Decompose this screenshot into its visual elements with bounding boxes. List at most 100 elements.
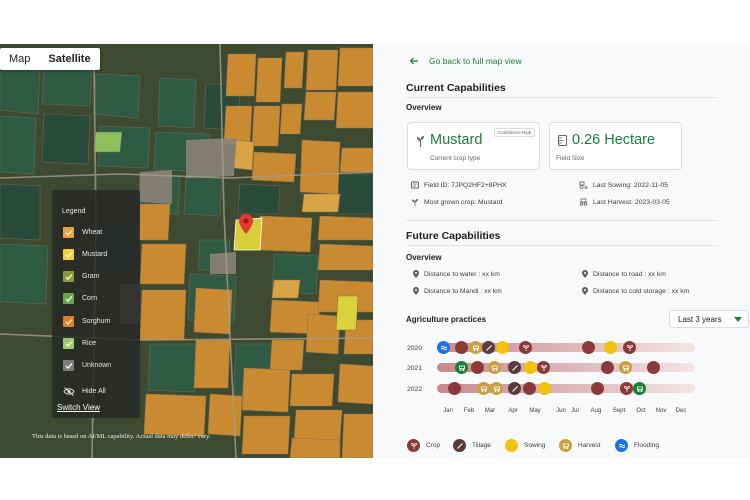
harvest-marker[interactable] xyxy=(455,361,468,374)
mustard-checkbox[interactable] xyxy=(63,249,74,260)
crop-marker[interactable] xyxy=(455,341,468,354)
sowing-icon xyxy=(505,439,518,452)
crop-marker[interactable] xyxy=(471,361,484,374)
distance-road-row: Distance to road : xx km xyxy=(582,270,666,278)
harvester-icon xyxy=(579,198,588,206)
field-id-row: Field ID: 7JPQ2HF2+8PHX xyxy=(411,181,507,189)
sowing-marker[interactable] xyxy=(524,361,537,374)
divider xyxy=(406,220,718,221)
tillage-icon xyxy=(453,439,466,452)
crop-marker[interactable] xyxy=(582,341,595,354)
crop-marker[interactable] xyxy=(601,361,614,374)
back-to-map-link[interactable]: Go back to full map view xyxy=(409,56,522,66)
harvest-icon xyxy=(559,439,572,452)
month-label: Sept xyxy=(612,408,626,414)
harvest-marker[interactable] xyxy=(490,382,503,395)
crop-marker[interactable] xyxy=(448,382,461,395)
harvest-marker[interactable] xyxy=(477,382,490,395)
location-pin-icon[interactable] xyxy=(239,214,253,234)
sowing-marker[interactable] xyxy=(496,341,509,354)
sowing-marker[interactable] xyxy=(604,341,617,354)
sprout-icon xyxy=(417,136,424,147)
field-size-sub: Field Size xyxy=(556,155,585,162)
legend-item-unknown[interactable]: Unknown xyxy=(63,360,111,371)
legend-label: Corn xyxy=(82,295,98,302)
crop-marker[interactable] xyxy=(620,382,633,395)
crop-marker[interactable] xyxy=(519,341,532,354)
year-range-value: Last 3 years xyxy=(678,314,722,324)
satellite-map[interactable]: Map Satellite Legend Wheat Mustard Gram xyxy=(0,44,373,458)
crop-marker[interactable] xyxy=(591,382,604,395)
legend-label: Wheat xyxy=(82,229,103,236)
year-label: 2021 xyxy=(407,365,423,372)
rice-checkbox[interactable] xyxy=(63,338,74,349)
year-range-select[interactable]: Last 3 years xyxy=(669,310,749,328)
gram-checkbox[interactable] xyxy=(63,271,74,282)
legend-harvest-label: Harvest xyxy=(578,442,601,449)
legend-label: Mustard xyxy=(82,251,108,258)
legend-item-corn[interactable]: Corn xyxy=(63,293,97,304)
legend-title: Legend xyxy=(62,208,86,215)
satellite-view-button[interactable]: Satellite xyxy=(39,48,99,70)
switch-view-link[interactable]: Switch View xyxy=(57,403,100,412)
timeline-2020[interactable] xyxy=(437,341,695,354)
harvest-marker[interactable] xyxy=(619,361,632,374)
tillage-marker[interactable] xyxy=(508,382,521,395)
future-overview-heading: Overview xyxy=(406,253,442,262)
unknown-checkbox[interactable] xyxy=(63,360,74,371)
month-label: May xyxy=(529,408,541,414)
legend-item-gram[interactable]: Gram xyxy=(63,271,100,282)
month-label: Apr xyxy=(508,408,518,414)
distance-cold-storage-row: Distance to cold storage : xx km xyxy=(582,287,689,295)
legend-item-wheat[interactable]: Wheat xyxy=(63,227,102,238)
month-label: Jul xyxy=(571,408,579,414)
legend-harvest: Harvest xyxy=(559,439,600,452)
divider xyxy=(406,245,718,246)
legend-flooding: Flooding xyxy=(615,439,659,452)
flooding-icon xyxy=(615,439,628,452)
legend-label: Gram xyxy=(82,273,100,280)
overview-heading: Overview xyxy=(406,103,442,112)
month-label: Oct xyxy=(636,408,646,414)
location-icon xyxy=(413,287,419,295)
legend-flooding-label: Flooding xyxy=(634,442,659,449)
tillage-marker[interactable] xyxy=(508,361,521,374)
corn-checkbox[interactable] xyxy=(63,293,74,304)
tillage-marker[interactable] xyxy=(482,341,495,354)
legend-item-rice[interactable]: Rice xyxy=(63,338,96,349)
sowing-marker[interactable] xyxy=(538,382,551,395)
timeline-2022[interactable] xyxy=(437,382,695,395)
crop-marker[interactable] xyxy=(623,341,636,354)
crop-icon xyxy=(407,439,420,452)
legend-label: Rice xyxy=(82,340,97,347)
timeline-2021[interactable] xyxy=(437,361,695,374)
crop-marker[interactable] xyxy=(537,361,550,374)
crop-marker[interactable] xyxy=(523,382,536,395)
crop-sub: Current crop type xyxy=(430,155,481,162)
legend-crop-label: Crop xyxy=(426,442,441,449)
wheat-checkbox[interactable] xyxy=(63,227,74,238)
distance-mandi-text: Distance to Mandi : xx km xyxy=(424,287,502,295)
legend-item-mustard[interactable]: Mustard xyxy=(63,249,107,260)
distance-road-text: Distance to road : xx km xyxy=(593,270,666,278)
flooding-marker[interactable] xyxy=(437,341,450,354)
location-icon xyxy=(582,270,588,278)
map-type-toggle: Map Satellite xyxy=(0,48,100,70)
sorghum-checkbox[interactable] xyxy=(63,316,74,327)
location-icon xyxy=(582,287,588,295)
crop-marker[interactable] xyxy=(647,361,660,374)
divider xyxy=(406,97,718,98)
legend-item-sorghum[interactable]: Sorghum xyxy=(63,316,110,327)
back-label: Go back to full map view xyxy=(429,56,522,66)
map-view-button[interactable]: Map xyxy=(0,48,39,70)
eye-off-icon xyxy=(63,387,75,396)
harvest-marker[interactable] xyxy=(633,382,646,395)
crop-value: Mustard xyxy=(430,132,483,148)
hide-all-toggle[interactable]: Hide All xyxy=(63,387,106,396)
ruler-icon xyxy=(558,135,567,146)
harvest-marker[interactable] xyxy=(488,361,501,374)
agriculture-practices-heading: Agriculture practices xyxy=(406,315,487,324)
month-label: Feb xyxy=(463,408,475,414)
harvest-marker[interactable] xyxy=(469,341,482,354)
month-label: Jan xyxy=(443,408,453,414)
